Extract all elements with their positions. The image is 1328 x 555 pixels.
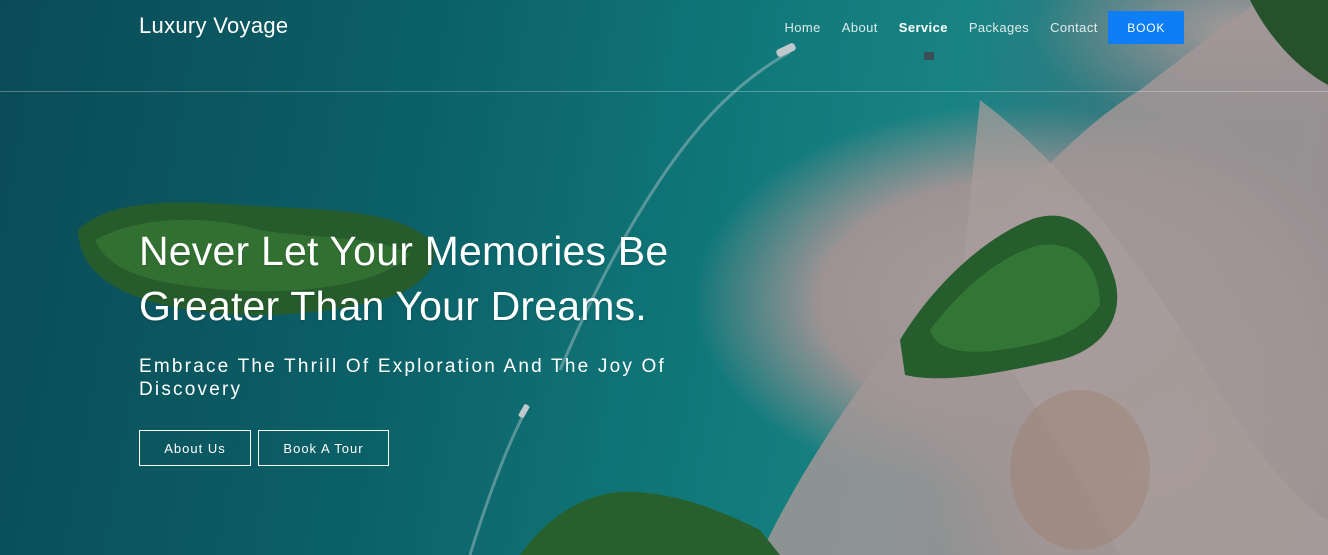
brand-logo-text[interactable]: Luxury Voyage bbox=[139, 13, 288, 39]
hero-headline-line-1: Never Let Your Memories Be bbox=[139, 228, 669, 274]
book-a-tour-button[interactable]: Book A Tour bbox=[258, 430, 389, 466]
hero-headline: Never Let Your Memories Be Greater Than … bbox=[139, 224, 759, 334]
hero-cta-row: About Us Book A Tour bbox=[139, 430, 759, 466]
nav-link-about[interactable]: About bbox=[831, 20, 888, 35]
book-button[interactable]: BOOK bbox=[1108, 11, 1185, 44]
hero-content: Never Let Your Memories Be Greater Than … bbox=[139, 224, 759, 466]
hero-section: Luxury Voyage Home About Service Package… bbox=[0, 0, 1328, 555]
main-nav: Home About Service Packages Contact BOOK bbox=[774, 11, 1185, 44]
hero-subheadline: Embrace The Thrill Of Exploration And Th… bbox=[139, 356, 666, 400]
top-navbar: Luxury Voyage Home About Service Package… bbox=[0, 0, 1328, 92]
nav-link-contact[interactable]: Contact bbox=[1040, 20, 1109, 35]
nav-link-service[interactable]: Service bbox=[888, 20, 958, 35]
about-us-button[interactable]: About Us bbox=[139, 430, 251, 466]
nav-link-home[interactable]: Home bbox=[774, 20, 831, 35]
nav-link-packages[interactable]: Packages bbox=[958, 20, 1039, 35]
hero-headline-line-2: Greater Than Your Dreams. bbox=[139, 283, 647, 329]
